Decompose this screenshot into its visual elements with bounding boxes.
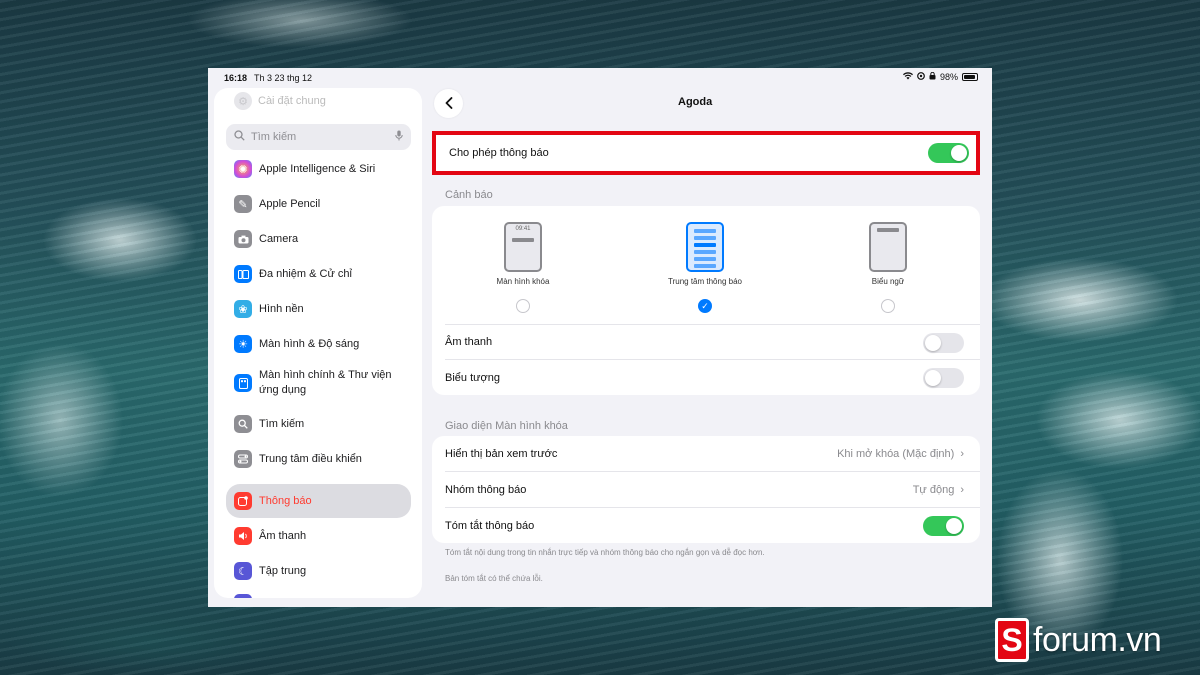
banner-radio[interactable] — [881, 299, 895, 313]
sidebar-item-apple-pencil[interactable]: ✎ Apple Pencil — [226, 195, 411, 213]
alerts-header: Cảnh báo — [445, 189, 493, 201]
summarize-footnote: Tóm tắt nội dung trong tin nhắn trực tiế… — [445, 548, 765, 557]
sidebar-item-search[interactable]: Tìm kiếm — [226, 415, 411, 433]
screen-time-icon — [234, 594, 252, 598]
sounds-toggle[interactable] — [923, 333, 964, 353]
sidebar-item-general[interactable]: ⚙ Cài đặt chung — [234, 92, 326, 110]
preview-notification-bar — [512, 238, 534, 242]
sounds-label: Âm thanh — [445, 336, 493, 348]
location-icon — [917, 72, 925, 82]
sound-icon — [234, 527, 252, 545]
checkmark-icon: ✓ — [701, 300, 709, 311]
status-indicators: 98% — [902, 71, 978, 82]
grouping-label: Nhóm thông báo — [445, 484, 527, 496]
lock-rotation-icon — [929, 71, 936, 82]
notification-center-radio[interactable]: ✓ — [698, 299, 712, 313]
notification-center-preview[interactable] — [686, 222, 724, 272]
sforum-logo: S forum.vn — [995, 614, 1189, 666]
divider — [445, 324, 980, 325]
preview-time: 09:41 — [515, 226, 531, 232]
control-center-icon — [234, 450, 252, 468]
chevron-right-icon: › — [960, 448, 964, 460]
sidebar-item-label: Cài đặt chung — [258, 95, 326, 107]
preview-notification-bar — [694, 243, 716, 247]
banner-preview[interactable] — [869, 222, 907, 272]
battery-percent: 98% — [939, 72, 958, 82]
sidebar-item-apple-intelligence[interactable]: ✺ Apple Intelligence & Siri — [226, 160, 411, 178]
summarize-disclaimer: Bản tóm tắt có thể chứa lỗi. — [445, 574, 543, 583]
sforum-logo-text: forum.vn — [1033, 620, 1162, 659]
allow-notifications-toggle[interactable] — [928, 143, 969, 163]
camera-icon — [234, 230, 252, 248]
show-previews-value-group: Khi mở khóa (Mặc định) › — [837, 448, 964, 460]
search-icon — [234, 130, 245, 144]
sidebar-item-focus[interactable]: ☾ Tập trung — [226, 562, 411, 580]
sidebar-item-home-screen[interactable]: Màn hình chính & Thư viện ứng dụng — [226, 368, 411, 398]
lock-screen-preview[interactable]: 09:41 — [504, 222, 542, 272]
preview-notification-bar — [694, 229, 716, 233]
divider — [445, 471, 980, 472]
lock-screen-appearance-header: Giao diện Màn hình khóa — [445, 420, 568, 432]
status-date: Th 3 23 thg 12 — [254, 73, 313, 83]
grouping-value: Tự động — [912, 484, 955, 496]
sidebar-item-control-center[interactable]: Trung tâm điều khiển — [226, 450, 411, 468]
pencil-icon: ✎ — [234, 195, 252, 213]
chevron-right-icon: › — [960, 484, 964, 496]
sidebar-item-display-brightness[interactable]: ☀ Màn hình & Độ sáng — [226, 335, 411, 353]
allow-notifications-label: Cho phép thông báo — [449, 147, 549, 159]
sidebar-item-multitasking[interactable]: Đa nhiệm & Cử chỉ — [226, 265, 411, 283]
banner-label: Biểu ngữ — [871, 277, 905, 286]
notification-center-label: Trung tâm thông báo — [668, 277, 742, 286]
alerts-card: 09:41 Màn hình khóa Trung tâm thông báo … — [432, 206, 980, 395]
search-icon — [234, 415, 252, 433]
lock-screen-card: Hiển thị bản xem trước Khi mở khóa (Mặc … — [432, 436, 980, 543]
preview-notification-bar — [694, 257, 716, 261]
sidebar-item-notifications[interactable]: Thông báo — [226, 484, 411, 518]
divider — [445, 507, 980, 508]
show-previews-label: Hiển thị bản xem trước — [445, 448, 558, 460]
wifi-icon — [902, 72, 913, 82]
page-title: Agoda — [678, 96, 713, 108]
badges-toggle[interactable] — [923, 368, 964, 388]
multitasking-icon — [234, 265, 252, 283]
search-placeholder: Tìm kiếm — [251, 131, 297, 143]
search-input[interactable]: Tìm kiếm — [226, 124, 411, 150]
preview-notification-bar — [877, 228, 899, 232]
home-screen-icon — [234, 374, 252, 392]
sidebar-item-sounds[interactable]: Âm thanh — [226, 527, 411, 545]
sidebar-item-wallpaper[interactable]: ❀ Hình nền — [226, 300, 411, 318]
summarize-label: Tóm tắt thông báo — [445, 520, 535, 532]
ipad-screen: 16:18 Th 3 23 thg 12 98% ⚙ Cài đặt chung — [208, 68, 992, 607]
back-button[interactable] — [434, 89, 463, 118]
gear-icon: ⚙ — [234, 92, 252, 110]
sidebar-item-partial — [226, 594, 411, 598]
settings-sidebar: ⚙ Cài đặt chung Tìm kiếm ✺ Apple Intelli… — [214, 88, 422, 598]
status-time: 16:18 — [224, 73, 248, 83]
badges-label: Biểu tượng — [445, 372, 500, 384]
sidebar-item-camera[interactable]: Camera — [226, 230, 411, 248]
wallpaper-icon: ❀ — [234, 300, 252, 318]
preview-notification-bar — [694, 250, 716, 254]
status-bar: 16:18 Th 3 23 thg 12 98% — [208, 68, 992, 88]
moon-icon: ☾ — [234, 562, 252, 580]
lock-screen-label: Màn hình khóa — [496, 277, 550, 286]
show-previews-value: Khi mở khóa (Mặc định) — [837, 448, 955, 460]
microphone-icon[interactable] — [395, 130, 403, 144]
siri-icon: ✺ — [234, 160, 252, 178]
brightness-icon: ☀ — [234, 335, 252, 353]
battery-icon — [962, 73, 978, 81]
allow-notifications-row: Cho phép thông báo — [432, 131, 980, 175]
lock-screen-radio[interactable] — [516, 299, 530, 313]
grouping-value-group: Tự động › — [913, 484, 964, 496]
preview-notification-bar — [694, 264, 716, 268]
notifications-icon — [234, 492, 252, 510]
summarize-toggle[interactable] — [923, 516, 964, 536]
sforum-logo-mark: S — [995, 618, 1029, 662]
divider — [445, 359, 980, 360]
preview-notification-bar — [694, 236, 716, 240]
chevron-left-icon — [445, 96, 453, 112]
